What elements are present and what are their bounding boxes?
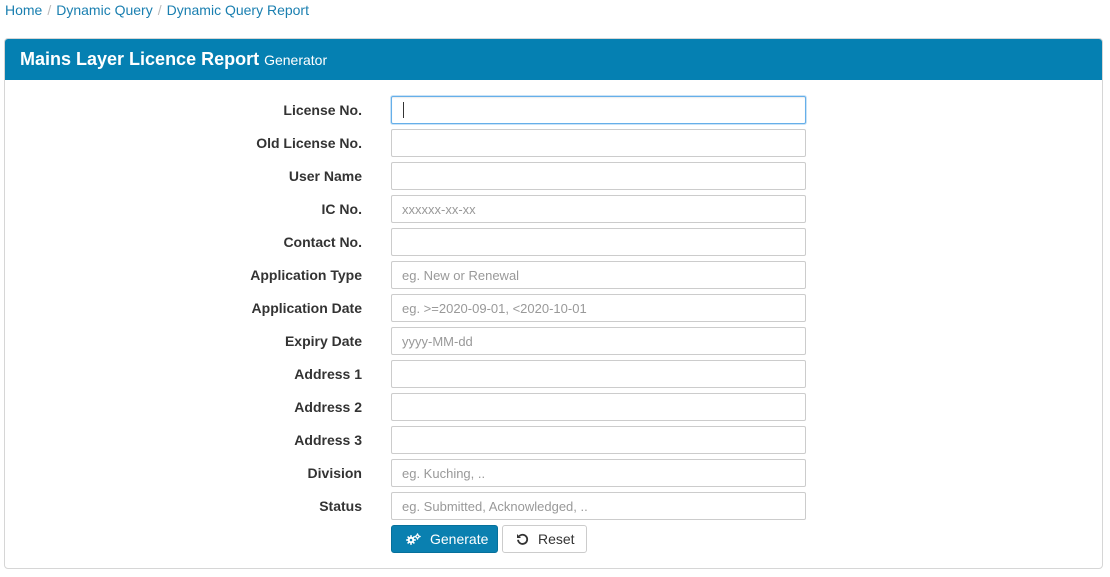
panel-title: Mains Layer Licence Report (20, 49, 260, 69)
application-type-input[interactable] (391, 261, 806, 289)
license-no-row: License No. (5, 96, 825, 124)
application-date-row: Application Date (5, 294, 825, 322)
address2-input[interactable] (391, 393, 806, 421)
generate-button-label: Generate (430, 531, 489, 547)
old-license-no-row: Old License No. (5, 129, 825, 157)
license-no-input[interactable] (391, 96, 806, 124)
undo-icon (517, 533, 529, 545)
status-label: Status (319, 498, 362, 514)
application-type-row: Application Type (5, 261, 825, 289)
expiry-date-label: Expiry Date (284, 333, 362, 349)
address2-row: Address 2 (5, 393, 825, 421)
license-no-label: License No. (283, 102, 362, 118)
user-name-row: User Name (5, 162, 825, 190)
division-label: Division (307, 465, 362, 481)
generate-button[interactable]: Generate (391, 525, 498, 553)
address2-label: Address 2 (294, 399, 362, 415)
panel-subtitle: Generator (264, 51, 328, 68)
expiry-date-input[interactable] (391, 327, 806, 355)
application-type-label: Application Type (250, 267, 362, 283)
status-input[interactable] (391, 492, 806, 520)
contact-no-label: Contact No. (283, 234, 362, 250)
application-date-label: Application Date (251, 300, 362, 316)
ic-no-label: IC No. (321, 201, 362, 217)
contact-no-input[interactable] (391, 228, 806, 256)
application-date-input[interactable] (391, 294, 806, 322)
ic-no-row: IC No. (5, 195, 825, 223)
ic-no-input[interactable] (391, 195, 806, 223)
address3-label: Address 3 (294, 432, 362, 448)
division-row: Division (5, 459, 825, 487)
reset-button-label: Reset (538, 531, 575, 547)
cogs-icon (406, 532, 421, 545)
panel-header: Mains Layer Licence Report Generator (5, 39, 1102, 80)
breadcrumb-separator: / (47, 2, 52, 18)
division-input[interactable] (391, 459, 806, 487)
report-generator-panel: Mains Layer Licence Report Generator Lic… (4, 38, 1103, 569)
text-cursor (403, 102, 404, 118)
breadcrumb-dynamic-query-report[interactable]: Dynamic Query Report (167, 2, 309, 18)
address1-row: Address 1 (5, 360, 825, 388)
breadcrumb-separator: / (157, 2, 162, 18)
status-row: Status (5, 492, 825, 520)
contact-no-row: Contact No. (5, 228, 825, 256)
old-license-no-label: Old License No. (256, 135, 362, 151)
breadcrumb: Home / Dynamic Query / Dynamic Query Rep… (5, 0, 309, 20)
old-license-no-input[interactable] (391, 129, 806, 157)
reset-button[interactable]: Reset (502, 525, 587, 553)
user-name-input[interactable] (391, 162, 806, 190)
address1-label: Address 1 (294, 366, 362, 382)
address3-row: Address 3 (5, 426, 825, 454)
address3-input[interactable] (391, 426, 806, 454)
address1-input[interactable] (391, 360, 806, 388)
breadcrumb-home[interactable]: Home (5, 2, 42, 18)
expiry-date-row: Expiry Date (5, 327, 825, 355)
user-name-label: User Name (288, 168, 362, 184)
breadcrumb-dynamic-query[interactable]: Dynamic Query (56, 2, 152, 18)
